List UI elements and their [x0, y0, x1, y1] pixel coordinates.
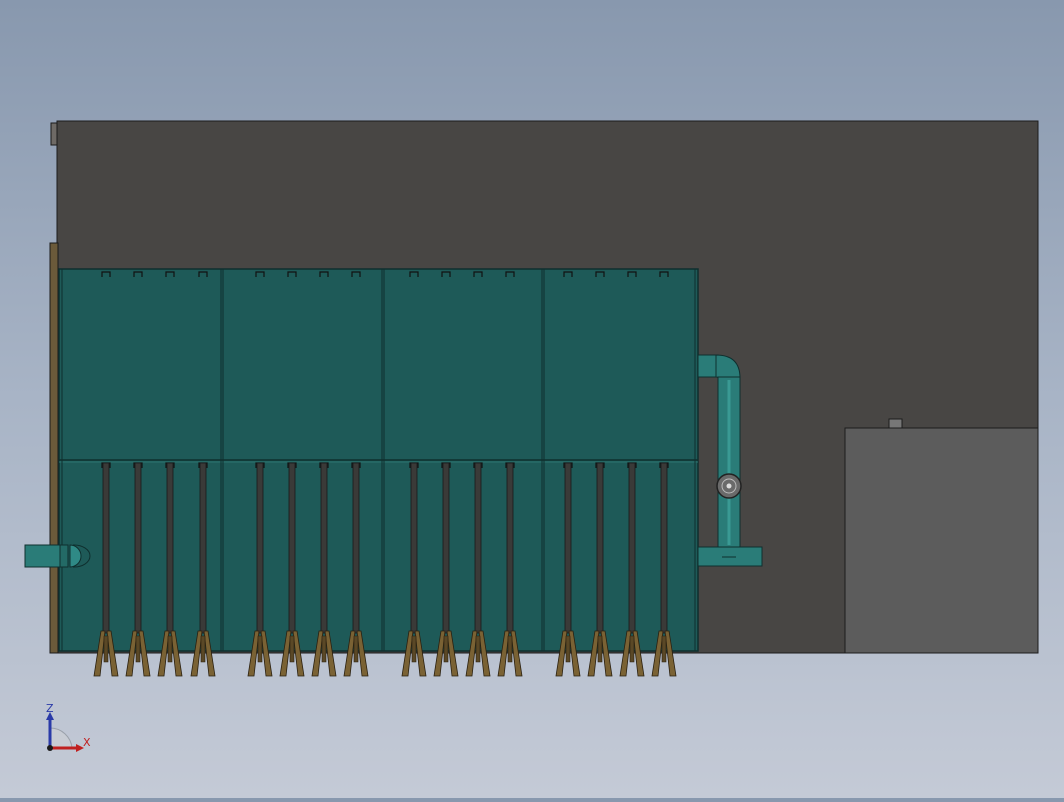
mixer-hub: [411, 635, 417, 663]
mixer-hub: [135, 635, 141, 663]
cad-scene: Z X: [24, 120, 1039, 752]
mixer-hub: [443, 635, 449, 663]
agitator-rod: [442, 462, 450, 634]
mixer-hub: [321, 635, 327, 663]
cad-viewport[interactable]: Z X: [0, 0, 1064, 798]
mixer-hub: [167, 635, 173, 663]
mixer-hub: [565, 635, 571, 663]
agitator-rod: [474, 462, 482, 634]
mixer-hub: [289, 635, 295, 663]
mixer-hub: [200, 635, 206, 663]
agitator-rod: [256, 462, 264, 634]
triad-x-label: X: [83, 736, 91, 749]
mixer-hub: [629, 635, 635, 663]
mixer-hub: [475, 635, 481, 663]
mixer-hub: [507, 635, 513, 663]
agitator-rod: [320, 462, 328, 634]
agitator-rod: [660, 462, 668, 634]
side-box[interactable]: [844, 427, 1039, 654]
reaction-tank[interactable]: [58, 268, 699, 677]
mixer-hub: [597, 635, 603, 663]
mixer-hub: [257, 635, 263, 663]
triad-z-label: Z: [46, 702, 54, 715]
agitator-rod: [134, 462, 142, 634]
agitator-rod: [288, 462, 296, 634]
agitator-rod: [352, 462, 360, 634]
agitator-rod: [102, 462, 110, 634]
coordinate-triad-icon: Z X: [46, 702, 91, 752]
side-box-nozzle: [888, 418, 903, 429]
agitator-rod: [628, 462, 636, 634]
agitator-rod: [410, 462, 418, 634]
left-top-flange: [50, 122, 58, 146]
agitator-rod: [199, 462, 207, 634]
mixer-hub: [661, 635, 667, 663]
agitator-rod: [506, 462, 514, 634]
left-side-plate: [49, 242, 59, 654]
agitator-rod: [166, 462, 174, 634]
agitator-rod: [596, 462, 604, 634]
mixer-hub: [353, 635, 359, 663]
valve-handwheel-icon[interactable]: [716, 473, 742, 499]
agitator-rod: [564, 462, 572, 634]
mixer-hub: [103, 635, 109, 663]
